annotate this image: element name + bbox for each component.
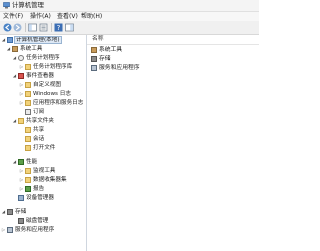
- expand-icon[interactable]: ▷: [19, 81, 24, 89]
- collapse-icon[interactable]: ◢: [1, 36, 6, 44]
- expand-icon[interactable]: ▷: [19, 63, 24, 71]
- list-item-storage[interactable]: 存储: [91, 55, 111, 63]
- folder-icon: [25, 168, 31, 174]
- tree-node-custom-views[interactable]: ▷ 自定义视图: [19, 81, 61, 89]
- folder-icon: [25, 177, 31, 183]
- toolbar: ?: [0, 21, 259, 35]
- list-item-services-and-applications[interactable]: 服务和应用程序: [91, 64, 140, 72]
- shared-folder-icon: [18, 118, 24, 124]
- action-pane-icon: [65, 23, 74, 32]
- tree-node-applications-and-services-logs[interactable]: ▷ 应用程序和服务日志: [19, 99, 83, 107]
- menu-view[interactable]: 查看(V): [57, 13, 78, 20]
- help-button[interactable]: ?: [54, 23, 63, 32]
- tree-node-system-tools[interactable]: ◢ 系统工具: [6, 45, 42, 53]
- folder-icon: [25, 100, 31, 106]
- folder-icon: [25, 91, 31, 97]
- storage-icon: [7, 209, 13, 215]
- tree-node-task-scheduler-library[interactable]: ▷ 任务计划程序库: [19, 63, 72, 71]
- folder-icon: [25, 64, 31, 70]
- tree-node-event-viewer[interactable]: ◢ 事件查看器: [12, 72, 54, 80]
- tree-node-storage[interactable]: ◢ 存储: [1, 208, 26, 216]
- expand-icon[interactable]: ▷: [19, 167, 24, 175]
- tree-node-task-scheduler[interactable]: ◢ 任务计划程序: [12, 54, 60, 62]
- computer-management-icon: [3, 2, 10, 9]
- properties-icon: [39, 23, 48, 32]
- title-bar: 计算机管理: [0, 0, 259, 12]
- list-item-system-tools[interactable]: 系统工具: [91, 46, 122, 54]
- tree-node-windows-logs[interactable]: ▷ Windows 日志: [19, 90, 71, 98]
- reports-icon: [25, 186, 31, 192]
- tree-node-sessions[interactable]: 会话: [19, 135, 44, 143]
- subscriptions-icon: [25, 109, 31, 115]
- folder-icon: [25, 82, 31, 88]
- performance-icon: [18, 159, 24, 165]
- tree-node-shares[interactable]: 共享: [19, 126, 44, 134]
- event-viewer-icon: [18, 73, 24, 79]
- toolbar-separator: [25, 23, 26, 32]
- services-icon: [91, 65, 97, 71]
- tree-node-computer-management[interactable]: ◢ 计算机管理(本地): [1, 36, 62, 44]
- menu-action[interactable]: 操作(A): [30, 13, 51, 20]
- expand-icon[interactable]: ▷: [19, 90, 24, 98]
- details-pane: 名称 系统工具 存储 服务和应用程序: [87, 35, 259, 251]
- back-arrow-icon: [3, 23, 12, 32]
- tree-node-shared-folders[interactable]: ◢ 共享文件夹: [12, 117, 54, 125]
- console-tree: ◢ 计算机管理(本地) ◢ 系统工具 ◢ 任务计划程序 ▷ 任务计划程序库 ◢ 事件查看器…: [0, 35, 87, 251]
- toolbar-separator: [51, 23, 52, 32]
- system-tools-icon: [12, 46, 18, 52]
- window-title: 计算机管理: [12, 1, 44, 9]
- back-button[interactable]: [3, 23, 12, 32]
- collapse-icon[interactable]: ◢: [12, 54, 17, 62]
- show-hide-console-tree-button[interactable]: [28, 23, 37, 32]
- menu-help[interactable]: 帮助(H): [81, 13, 102, 20]
- system-tools-icon: [91, 47, 97, 53]
- console-tree-icon: [28, 23, 37, 32]
- forward-arrow-icon: [13, 23, 22, 32]
- tree-node-subscriptions[interactable]: 订阅: [19, 108, 44, 116]
- show-hide-action-pane-button[interactable]: [65, 23, 74, 32]
- tree-node-disk-management[interactable]: 磁盘管理: [12, 217, 48, 225]
- tree-node-device-manager[interactable]: 设备管理器: [12, 194, 54, 202]
- tree-node-open-files[interactable]: 打开文件: [19, 144, 55, 152]
- expand-icon[interactable]: ▷: [19, 176, 24, 184]
- expand-icon[interactable]: ▷: [19, 185, 24, 193]
- computer-management-window: 计算机管理 文件(F) 操作(A) 查看(V) 帮助(H) ? ◢ 计算机管理(本…: [0, 0, 259, 251]
- tree-node-performance[interactable]: ◢ 性能: [12, 158, 37, 166]
- storage-icon: [91, 56, 97, 62]
- menu-file[interactable]: 文件(F): [3, 13, 23, 20]
- name-column-header[interactable]: 名称: [87, 35, 259, 45]
- folder-icon: [25, 145, 31, 151]
- expand-icon[interactable]: ▷: [1, 226, 6, 234]
- collapse-icon[interactable]: ◢: [12, 72, 17, 80]
- tree-node-reports[interactable]: ▷ 报告: [19, 185, 44, 193]
- services-icon: [7, 227, 13, 233]
- svg-text:?: ?: [57, 24, 61, 32]
- tree-node-services-and-applications[interactable]: ▷ 服务和应用程序: [1, 226, 54, 234]
- help-icon: ?: [54, 23, 63, 32]
- collapse-icon[interactable]: ◢: [12, 158, 17, 166]
- tree-node-monitoring-tools[interactable]: ▷ 监视工具: [19, 167, 55, 175]
- collapse-icon[interactable]: ◢: [12, 117, 17, 125]
- computer-icon: [7, 37, 13, 43]
- expand-icon[interactable]: ▷: [19, 99, 24, 107]
- menu-bar: 文件(F) 操作(A) 查看(V) 帮助(H): [0, 12, 259, 21]
- collapse-icon[interactable]: ◢: [1, 208, 6, 216]
- properties-button[interactable]: [39, 23, 48, 32]
- device-manager-icon: [18, 195, 24, 201]
- forward-button[interactable]: [13, 23, 22, 32]
- folder-icon: [25, 127, 31, 133]
- folder-icon: [25, 136, 31, 142]
- task-scheduler-icon: [18, 55, 24, 61]
- collapse-icon[interactable]: ◢: [6, 45, 11, 53]
- disk-management-icon: [18, 218, 24, 224]
- tree-node-data-collector-sets[interactable]: ▷ 数据收集器集: [19, 176, 67, 184]
